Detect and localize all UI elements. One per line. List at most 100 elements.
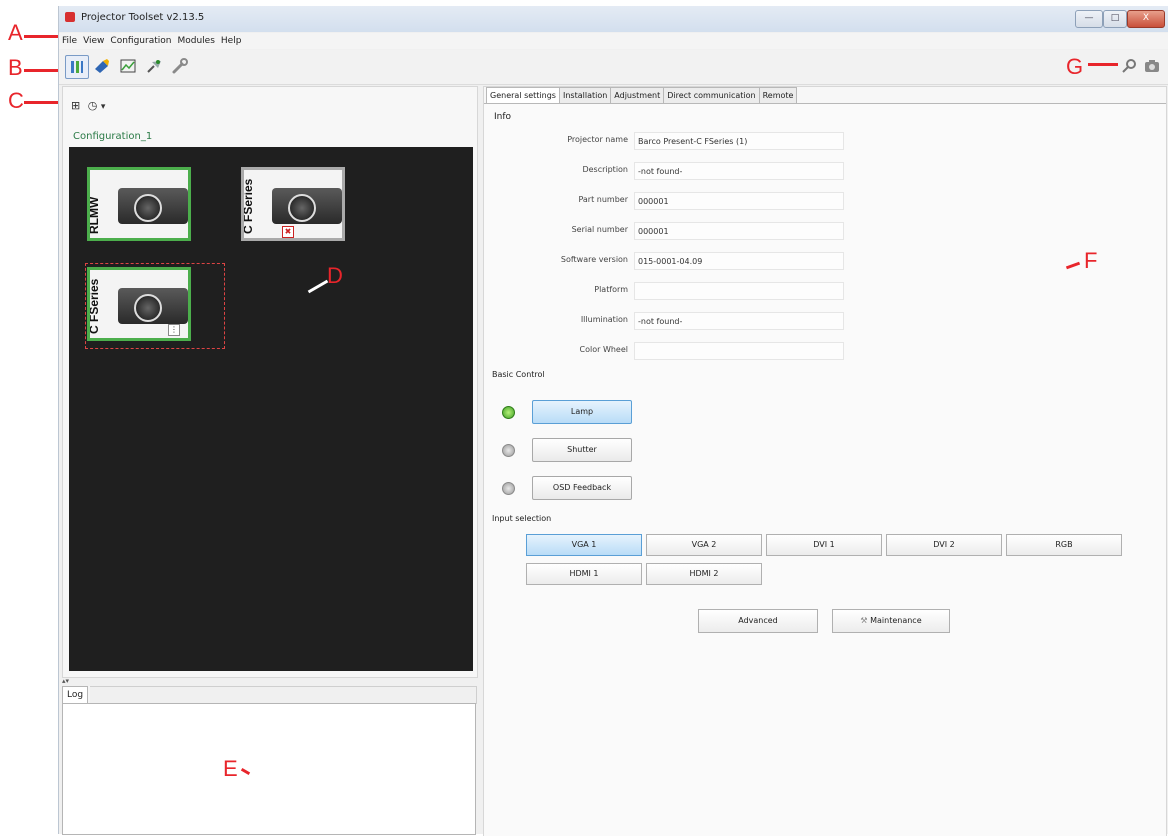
annotation-d-line [307, 279, 329, 294]
info-value: -not found- [634, 162, 844, 180]
wrench-icon[interactable] [169, 55, 191, 77]
annotation-c: C [8, 88, 24, 113]
input-dvi2-button[interactable]: DVI 2 [886, 534, 1002, 556]
info-label: Software version [560, 255, 628, 264]
annotation-d: D [327, 263, 343, 288]
annotation-g-line [1088, 63, 1118, 66]
info-label: Illumination [580, 315, 628, 324]
menu-help[interactable]: Help [218, 33, 245, 49]
tab-direct-communication[interactable]: Direct communication [663, 87, 760, 103]
osd-feedback-button[interactable]: OSD Feedback [532, 476, 632, 500]
projector-lens-icon [134, 194, 162, 222]
camera-icon[interactable] [1141, 55, 1163, 77]
device-tile-rlmw[interactable]: RLMW [87, 167, 191, 241]
log-panel: Log E [62, 686, 477, 835]
configuration-tools: ⊞ ◷ ▾ [71, 99, 105, 112]
lamp-button[interactable]: Lamp [532, 400, 632, 424]
device-label: C FSeries [87, 278, 101, 334]
satellite-icon[interactable] [143, 55, 165, 77]
shutter-button[interactable]: Shutter [532, 438, 632, 462]
configuration-canvas[interactable]: RLMW C FSeries ✖ C FSeries ⋮ D [69, 147, 473, 671]
wrench-icon: ⚒ [860, 616, 868, 625]
info-value [634, 282, 844, 300]
menu-file[interactable]: File [59, 33, 80, 49]
tab-remote[interactable]: Remote [758, 87, 798, 103]
general-settings-content: Info Projector name Barco Present-C FSer… [484, 103, 1166, 836]
search-settings-icon[interactable] [1119, 55, 1141, 77]
settings-panel: General settings Installation Adjustment Di… [483, 86, 1167, 836]
annotation-a: A [8, 20, 23, 45]
annotation-b: B [8, 55, 23, 80]
horizontal-splitter[interactable]: ▴▾ [62, 678, 476, 685]
maximize-button[interactable]: □ [1103, 10, 1127, 28]
input-hdmi2-button[interactable]: HDMI 2 [646, 563, 762, 585]
info-label: Platform [594, 285, 628, 294]
info-row-description: Description -not found- [514, 162, 844, 182]
info-value: 000001 [634, 192, 844, 210]
tab-installation[interactable]: Installation [558, 87, 612, 103]
clock-icon[interactable]: ◷ [88, 99, 98, 112]
info-value: Barco Present-C FSeries (1) [634, 132, 844, 150]
maintenance-button[interactable]: ⚒ Maintenance [832, 609, 950, 633]
log-tab-strip [90, 686, 477, 704]
device-label: RLMW [87, 196, 101, 234]
annotation-e-line [240, 767, 251, 776]
configuration-panel: ⊞ ◷ ▾ Configuration_1 RLMW C FSeries ✖ C… [62, 86, 478, 678]
info-row-serial-number: Serial number 000001 [514, 222, 844, 242]
vertical-splitter[interactable] [477, 86, 481, 834]
info-label: Serial number [571, 225, 628, 234]
input-dvi1-button[interactable]: DVI 1 [766, 534, 882, 556]
annotation-f: F [1084, 248, 1098, 273]
annotation-e: E [223, 756, 238, 781]
input-selection-heading: Input selection [492, 514, 552, 523]
log-output[interactable]: E [62, 703, 476, 835]
menu-bar: File View Configuration Modules Help [59, 33, 1168, 49]
annotation-g: G [1066, 54, 1084, 79]
status-indicator-icon: ⋮ [168, 324, 180, 336]
input-hdmi1-button[interactable]: HDMI 1 [526, 563, 642, 585]
annotation-a-line [24, 35, 62, 38]
annotation-c-line [24, 101, 62, 104]
lamp-status-icon [502, 406, 515, 419]
projector-lens-icon [134, 294, 162, 322]
advanced-button[interactable]: Advanced [698, 609, 818, 633]
tab-adjustment[interactable]: Adjustment [610, 87, 665, 103]
settings-tabs: General settings Installation Adjustment Di… [486, 87, 798, 104]
input-vga2-button[interactable]: VGA 2 [646, 534, 762, 556]
menu-modules[interactable]: Modules [174, 33, 217, 49]
chart-icon[interactable] [117, 55, 139, 77]
disconnected-icon: ✖ [282, 226, 294, 238]
layout-icon[interactable]: ⊞ [71, 99, 80, 112]
flashlight-icon[interactable] [91, 55, 113, 77]
osd-feedback-status-icon [502, 482, 515, 495]
window-title: Projector Toolset v2.13.5 [81, 12, 205, 23]
info-row-illumination: Illumination -not found- [514, 312, 844, 332]
shutter-status-icon [502, 444, 515, 457]
projector-lens-icon [288, 194, 316, 222]
title-bar: Projector Toolset v2.13.5 — □ X [59, 6, 1168, 32]
properties-icon[interactable] [65, 55, 89, 79]
annotation-f-line [1065, 261, 1081, 270]
app-window: Projector Toolset v2.13.5 — □ X File View… [58, 6, 1168, 836]
chevron-down-icon[interactable]: ▾ [101, 102, 106, 112]
info-label: Projector name [567, 135, 628, 144]
info-label: Part number [578, 195, 628, 204]
tab-log[interactable]: Log [62, 686, 89, 703]
info-value: -not found- [634, 312, 844, 330]
input-vga1-button[interactable]: VGA 1 [526, 534, 642, 556]
close-button[interactable]: X [1127, 10, 1165, 28]
app-logo-icon [65, 12, 75, 22]
device-tile-cfseries-selected[interactable]: C FSeries ⋮ [87, 267, 191, 341]
minimize-button[interactable]: — [1075, 10, 1103, 28]
menu-configuration[interactable]: Configuration [107, 33, 174, 49]
annotation-b-line [24, 69, 62, 72]
info-row-projector-name: Projector name Barco Present-C FSeries (… [514, 132, 844, 152]
info-heading: Info [494, 112, 512, 122]
maintenance-label: Maintenance [870, 616, 922, 625]
device-tile-cfseries-disconnected[interactable]: C FSeries ✖ [241, 167, 345, 241]
input-rgb-button[interactable]: RGB [1006, 534, 1122, 556]
tab-general-settings[interactable]: General settings [486, 87, 560, 104]
info-row-software-version: Software version 015-0001-04.09 [514, 252, 844, 272]
info-label: Description [582, 165, 628, 174]
menu-view[interactable]: View [80, 33, 107, 49]
